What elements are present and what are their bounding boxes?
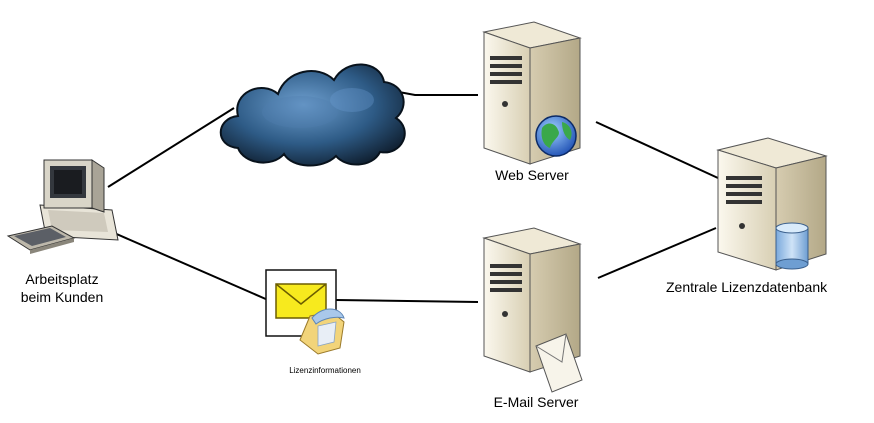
connections <box>107 89 719 303</box>
license-info-label: Lizenzinformationen <box>289 366 361 375</box>
client-label-line1: Arbeitsplatz <box>25 271 99 287</box>
server-envelope-icon <box>482 227 583 393</box>
server-globe-icon <box>482 21 582 165</box>
edge-client-internet <box>107 107 235 188</box>
client-label-line2: beim Kunden <box>20 289 104 305</box>
server-database-icon <box>716 137 828 271</box>
mail-document-icon <box>265 269 345 355</box>
client-label: Arbeitsplatz beim Kunden <box>2 270 122 306</box>
edge-webserver-db <box>595 121 719 179</box>
license-db-label: Zentrale Lizenzdatenbank <box>666 279 828 295</box>
network-diagram <box>6 21 828 393</box>
mail-server-label: E-Mail Server <box>493 394 579 410</box>
edge-mailserver-db <box>597 227 717 279</box>
edge-client-license <box>111 231 269 301</box>
web-server-label: Web Server <box>495 167 569 183</box>
cloud-icon <box>219 63 406 167</box>
desktop-computer-icon <box>6 159 119 254</box>
edge-license-mailserver <box>335 299 479 303</box>
